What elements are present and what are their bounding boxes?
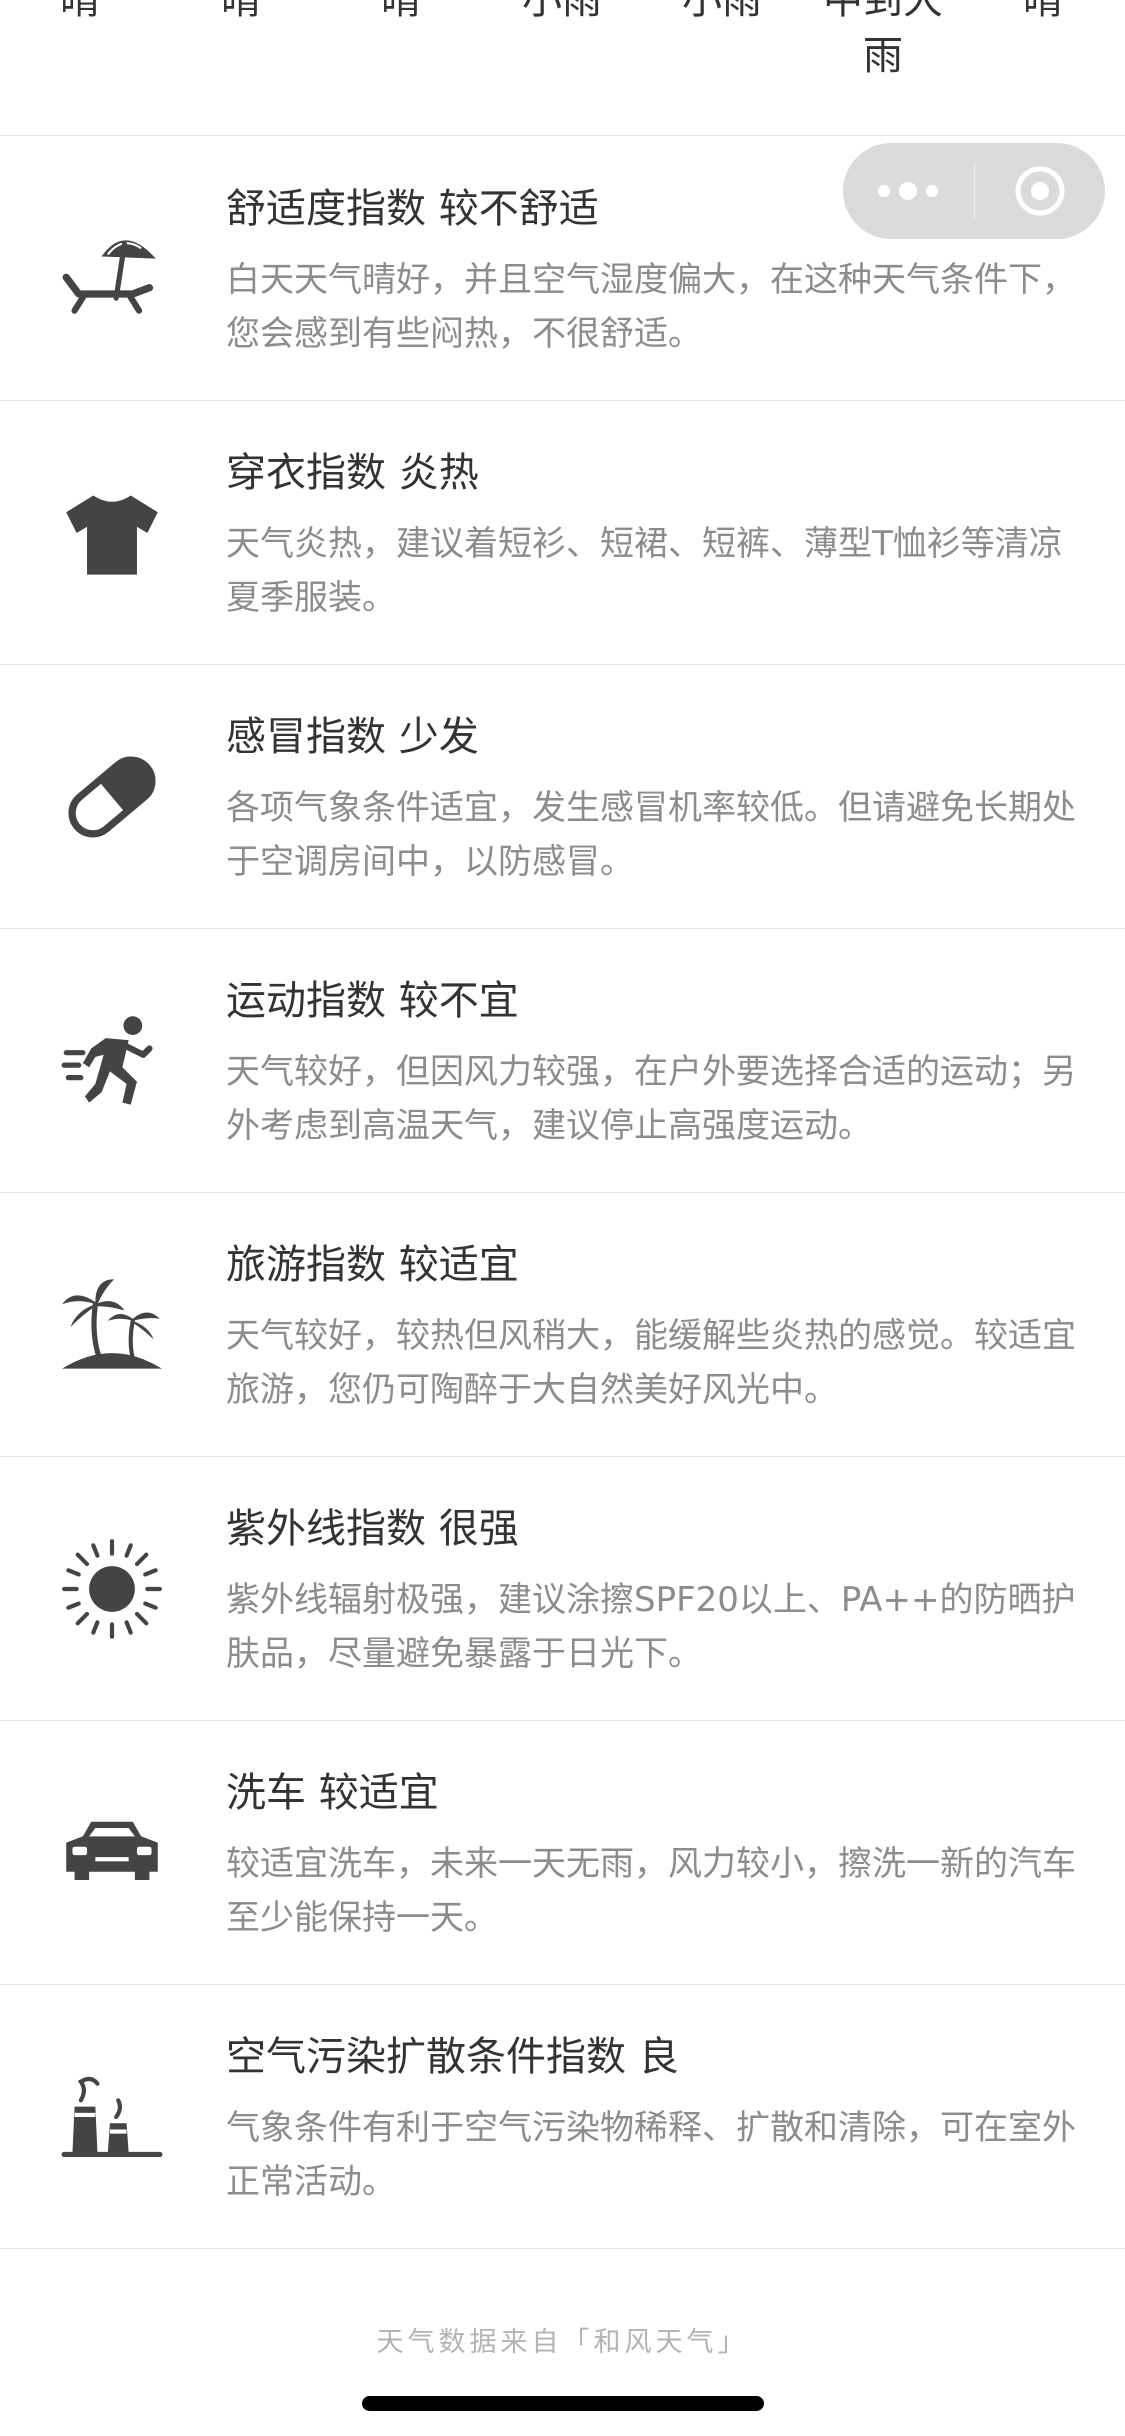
index-item-sport: 运动指数 较不宜 天气较好，但因风力较强，在户外要选择合适的运动；另外考虑到高温…: [0, 929, 1125, 1193]
pill-icon: [60, 745, 164, 849]
index-description: 天气炎热，建议着短衫、短裙、短裤、薄型T恤衫等清凉夏季服装。: [226, 524, 1063, 618]
index-description: 白天天气晴好，并且空气湿度偏大，在这种天气条件下，您会感到有些闷热，不很舒适。: [226, 260, 1076, 354]
forecast-condition: 晴: [381, 0, 421, 23]
index-title: 旅游指数 较适宜: [226, 1242, 519, 1288]
index-description: 天气较好，较热但风稍大，能缓解些炎热的感觉。较适宜旅游，您仍可陶醉于大自然美好风…: [226, 1316, 1076, 1410]
home-indicator[interactable]: [362, 2396, 764, 2411]
life-index-list: 舒适度指数 较不舒适 白天天气晴好，并且空气湿度偏大，在这种天气条件下，您会感到…: [0, 137, 1125, 2249]
palm-island-icon: [60, 1273, 164, 1377]
running-person-icon: [60, 1009, 164, 1113]
forecast-strip: 晴 晴 晴 小雨 小雨 中到大雨 晴: [0, 0, 1125, 136]
forecast-condition: 晴: [60, 0, 100, 23]
factory-icon: [60, 2065, 164, 2169]
index-item-carwash: 洗车 较适宜 较适宜洗车，未来一天无雨，风力较小，擦洗一新的汽车至少能保持一天。: [0, 1721, 1125, 1985]
index-title: 舒适度指数 较不舒适: [226, 186, 599, 232]
more-dots-icon[interactable]: [843, 143, 974, 239]
car-icon: [60, 1801, 164, 1905]
index-item-air-pollution: 空气污染扩散条件指数 良 气象条件有利于空气污染物稀释、扩散和清除，可在室外正常…: [0, 1985, 1125, 2249]
index-description: 天气较好，但因风力较强，在户外要选择合适的运动；另外考虑到高温天气，建议停止高强…: [226, 1052, 1076, 1146]
index-item-dressing: 穿衣指数 炎热 天气炎热，建议着短衫、短裙、短裤、薄型T恤衫等清凉夏季服装。: [0, 401, 1125, 665]
index-description: 紫外线辐射极强，建议涂擦SPF20以上、PA++的防晒护肤品，尽量避免暴露于日光…: [226, 1580, 1076, 1674]
beach-umbrella-icon: [60, 217, 164, 321]
index-item-uv: 紫外线指数 很强 紫外线辐射极强，建议涂擦SPF20以上、PA++的防晒护肤品，…: [0, 1457, 1125, 1721]
weather-life-index-page: 晴 晴 晴 小雨 小雨 中到大雨 晴 舒适度指数 较不舒适 白天天气晴好，并且空…: [0, 0, 1125, 2436]
index-title: 紫外线指数 很强: [226, 1506, 519, 1552]
index-title: 穿衣指数 炎热: [226, 450, 479, 496]
tshirt-icon: [60, 481, 164, 585]
index-title: 感冒指数 少发: [226, 714, 479, 760]
index-title: 运动指数 较不宜: [226, 978, 519, 1024]
index-item-cold: 感冒指数 少发 各项气象条件适宜，发生感冒机率较低。但请避免长期处于空调房间中，…: [0, 665, 1125, 929]
index-description: 气象条件有利于空气污染物稀释、扩散和清除，可在室外正常活动。: [226, 2108, 1076, 2202]
forecast-condition: 小雨: [682, 0, 762, 23]
target-circle-icon[interactable]: [975, 143, 1105, 239]
data-source-credit: 天气数据来自「和风天气」: [376, 2327, 749, 2358]
index-item-travel: 旅游指数 较适宜 天气较好，较热但风稍大，能缓解些炎热的感觉。较适宜旅游，您仍可…: [0, 1193, 1125, 1457]
forecast-condition: 小雨: [522, 0, 602, 23]
forecast-condition: 中到大雨: [823, 0, 943, 79]
forecast-condition: 晴: [1023, 0, 1063, 23]
index-title: 空气污染扩散条件指数 良: [226, 2034, 679, 2080]
index-description: 较适宜洗车，未来一天无雨，风力较小，擦洗一新的汽车至少能保持一天。: [226, 1844, 1076, 1938]
mini-program-capsule: [843, 143, 1105, 239]
forecast-condition: 晴: [221, 0, 261, 23]
index-description: 各项气象条件适宜，发生感冒机率较低。但请避免长期处于空调房间中，以防感冒。: [226, 788, 1076, 882]
sun-icon: [60, 1537, 164, 1641]
index-title: 洗车 较适宜: [226, 1770, 439, 1816]
